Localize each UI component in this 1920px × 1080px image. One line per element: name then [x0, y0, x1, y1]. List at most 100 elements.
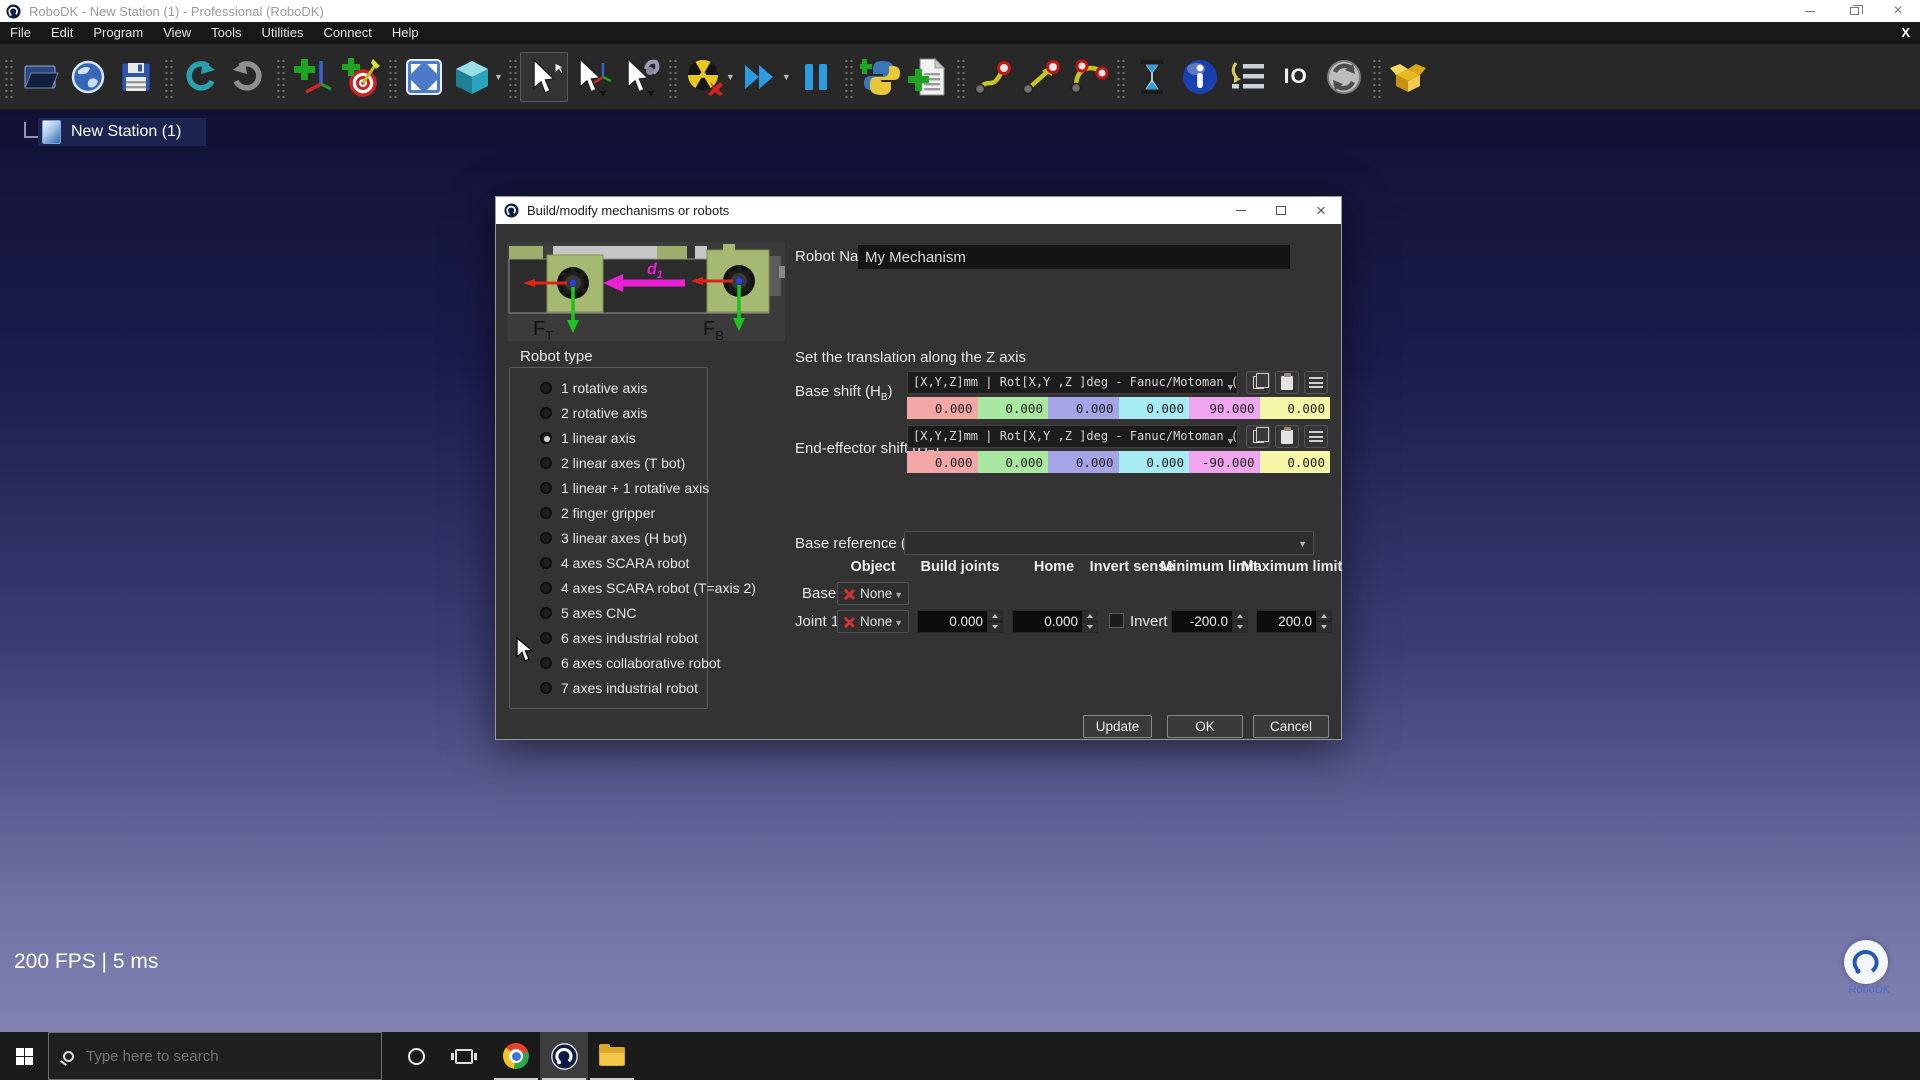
base-shift-rx[interactable]: 0.000 [1119, 397, 1190, 419]
start-button[interactable] [0, 1032, 48, 1080]
robot-type-option-5[interactable]: 2 finger gripper [540, 504, 655, 522]
base-shift-copy-button[interactable] [1246, 371, 1270, 394]
base-object-dropdown[interactable]: None ▼ [837, 582, 909, 605]
base-shift-paste-button[interactable] [1275, 371, 1299, 394]
radio-icon[interactable] [540, 582, 552, 594]
dialog-maximize-button[interactable] [1261, 197, 1301, 224]
open-station-icon[interactable] [16, 52, 64, 102]
joint1-object-dropdown[interactable]: None ▼ [837, 610, 909, 633]
fit-view-icon[interactable] [400, 52, 448, 102]
robot-type-option-3[interactable]: 2 linear axes (T bot) [540, 454, 685, 472]
menu-help[interactable]: Help [382, 22, 429, 44]
connect-robot-icon[interactable] [1320, 52, 1368, 102]
pause-simulation-icon[interactable] [792, 52, 840, 102]
window-minimize-button[interactable] [1788, 0, 1832, 22]
end-effector-z[interactable]: 0.000 [1048, 451, 1119, 473]
end-effector-ry[interactable]: -90.000 [1189, 451, 1260, 473]
robot-type-option-11[interactable]: 6 axes collaborative robot [540, 654, 721, 672]
menu-edit[interactable]: Edit [41, 22, 83, 44]
end-effector-shift-format-combo[interactable]: [X,Y,Z]mm | Rot[X,Y ,Z ]deg - Fanuc/Moto… [907, 425, 1238, 448]
menubar-close-button[interactable]: X [1901, 22, 1910, 44]
robot-type-option-12[interactable]: 7 axes industrial robot [540, 679, 698, 697]
radio-icon[interactable] [540, 557, 552, 569]
wait-instruction-icon[interactable] [1128, 52, 1176, 102]
move-tool-icon[interactable] [616, 52, 664, 102]
base-shift-menu-button[interactable] [1304, 371, 1328, 394]
fast-simulation-icon[interactable] [736, 52, 784, 102]
taskbar-chrome[interactable] [492, 1032, 540, 1080]
task-view-button[interactable] [440, 1032, 488, 1080]
spin-down-button[interactable] [988, 621, 1002, 632]
robot-type-option-2[interactable]: 1 linear axis [540, 429, 636, 447]
move-circular-instruction-icon[interactable] [1064, 52, 1112, 102]
window-close-button[interactable]: × [1876, 0, 1920, 22]
spin-down-button[interactable] [1317, 621, 1331, 632]
menu-program[interactable]: Program [83, 22, 153, 44]
move-joint-instruction-icon[interactable] [968, 52, 1016, 102]
ok-button[interactable]: OK [1167, 715, 1243, 738]
add-python-program-icon[interactable] [856, 52, 904, 102]
base-shift-rz[interactable]: 0.000 [1260, 397, 1331, 419]
move-reference-icon[interactable] [568, 52, 616, 102]
menu-connect[interactable]: Connect [313, 22, 381, 44]
save-station-icon[interactable] [112, 52, 160, 102]
menu-file[interactable]: File [0, 22, 41, 44]
radio-icon[interactable] [540, 657, 552, 669]
base-shift-z[interactable]: 0.000 [1048, 397, 1119, 419]
add-target-icon[interactable] [336, 52, 384, 102]
joint1-min-limit-spinner[interactable]: -200.0 [1171, 610, 1248, 633]
robot-type-option-0[interactable]: 1 rotative axis [540, 379, 647, 397]
end-effector-y[interactable]: 0.000 [978, 451, 1049, 473]
undo-icon[interactable] [176, 52, 224, 102]
collision-check-icon[interactable] [680, 52, 728, 102]
search-input[interactable] [86, 1048, 346, 1065]
robot-name-input[interactable] [858, 245, 1290, 269]
radio-icon[interactable] [540, 457, 552, 469]
view-cube-icon[interactable] [448, 52, 496, 102]
select-cursor-icon[interactable] [520, 52, 568, 102]
menu-utilities[interactable]: Utilities [252, 22, 314, 44]
taskbar-robodk[interactable] [540, 1032, 588, 1080]
export-simulation-icon[interactable] [1384, 52, 1432, 102]
radio-icon[interactable] [540, 507, 552, 519]
spin-up-button[interactable] [1083, 611, 1097, 621]
base-shift-format-combo[interactable]: [X,Y,Z]mm | Rot[X,Y ,Z ]deg - Fanuc/Moto… [907, 371, 1238, 394]
end-effector-x[interactable]: 0.000 [907, 451, 978, 473]
end-effector-rz[interactable]: 0.000 [1260, 451, 1331, 473]
invert-checkbox[interactable] [1109, 613, 1124, 628]
spin-down-button[interactable] [1083, 621, 1097, 632]
menu-tools[interactable]: Tools [201, 22, 251, 44]
radio-icon[interactable] [540, 382, 552, 394]
radio-icon[interactable] [540, 632, 552, 644]
radio-icon[interactable] [540, 682, 552, 694]
redo-icon[interactable] [224, 52, 272, 102]
spin-down-button[interactable] [1233, 621, 1247, 632]
robot-type-option-9[interactable]: 5 axes CNC [540, 604, 636, 622]
taskbar-search[interactable] [48, 1032, 382, 1080]
base-reference-combo[interactable]: ▼ [904, 531, 1314, 555]
robot-type-option-6[interactable]: 3 linear axes (H bot) [540, 529, 687, 547]
radio-icon[interactable] [540, 407, 552, 419]
io-signals-icon[interactable]: IO [1272, 52, 1320, 102]
add-program-icon[interactable] [904, 52, 952, 102]
robot-type-option-10[interactable]: 6 axes industrial robot [540, 629, 698, 647]
robot-type-option-4[interactable]: 1 linear + 1 rotative axis [540, 479, 709, 497]
cortana-button[interactable] [392, 1032, 440, 1080]
joint1-max-limit-spinner[interactable]: 200.0 [1256, 610, 1332, 633]
spin-up-button[interactable] [988, 611, 1002, 621]
spin-up-button[interactable] [1317, 611, 1331, 621]
move-linear-instruction-icon[interactable] [1016, 52, 1064, 102]
radio-icon[interactable] [540, 607, 552, 619]
dialog-close-button[interactable]: × [1301, 197, 1341, 224]
radio-icon[interactable] [540, 482, 552, 494]
taskbar-explorer[interactable] [588, 1032, 636, 1080]
base-shift-x[interactable]: 0.000 [907, 397, 978, 419]
online-library-icon[interactable] [64, 52, 112, 102]
radio-selected-icon[interactable] [540, 432, 552, 444]
show-info-icon[interactable] [1176, 52, 1224, 102]
update-button[interactable]: Update [1083, 715, 1152, 738]
robot-type-option-1[interactable]: 2 rotative axis [540, 404, 647, 422]
end-effector-rx[interactable]: 0.000 [1119, 451, 1190, 473]
robot-type-option-8[interactable]: 4 axes SCARA robot (T=axis 2) [540, 579, 756, 597]
base-shift-y[interactable]: 0.000 [978, 397, 1049, 419]
